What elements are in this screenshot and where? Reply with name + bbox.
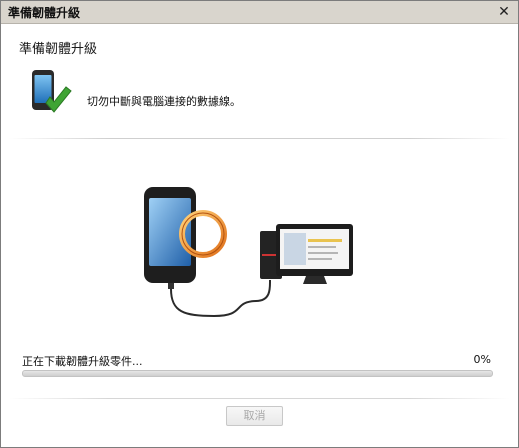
close-icon[interactable]: ✕ (496, 4, 512, 20)
divider (9, 398, 510, 399)
divider (9, 138, 510, 139)
dialog-heading: 準備韌體升級 (19, 42, 98, 57)
phone-check-icon (32, 70, 72, 113)
phone-computer-connection-illustration (144, 187, 353, 318)
title-bar[interactable]: 準備韌體升級 ✕ (1, 1, 518, 24)
window-title: 準備韌體升級 (8, 6, 81, 20)
progress-label: 正在下載韌體升級零件... (22, 355, 143, 368)
dialog-window: 準備韌體升級 ✕ 準備韌體升級 切勿中斷與電腦連接的數據線。 正在下載韌體升級零… (0, 0, 519, 448)
instruction-text: 切勿中斷與電腦連接的數據線。 (87, 95, 241, 108)
progress-percent: 0% (473, 353, 491, 366)
cancel-button[interactable]: 取消 (226, 406, 283, 426)
progress-bar (22, 370, 493, 377)
